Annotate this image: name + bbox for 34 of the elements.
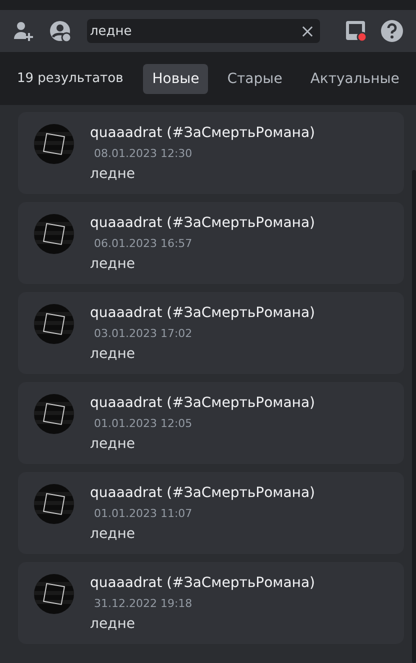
author-name: quaaadrat (#ЗаСмертьРомана) <box>90 214 315 232</box>
author-name: quaaadrat (#ЗаСмертьРомана) <box>90 394 315 412</box>
message-text: ледне <box>90 435 136 453</box>
message-card[interactable]: quaaadrat (#ЗаСмертьРомана) 01.01.2023 12:05 ледне <box>18 382 404 464</box>
timestamp: 01.01.2023 12:05 <box>94 417 194 431</box>
results-count: 19 результатов <box>17 71 124 86</box>
author-name: quaaadrat (#ЗаСмертьРомана) <box>90 484 315 502</box>
message-card[interactable]: quaaadrat (#ЗаСмертьРомана) 08.01.2023 12:30 ледне <box>18 112 404 194</box>
message-card[interactable]: quaaadrat (#ЗаСмертьРомана) 06.01.2023 16:57 ледне <box>18 202 404 284</box>
message-text: ледне <box>90 345 136 363</box>
message-card[interactable]: quaaadrat (#ЗаСмертьРомана) 03.01.2023 17:02 ледне <box>18 292 404 374</box>
message-text: ледне <box>90 255 136 273</box>
add-friend-icon[interactable] <box>12 19 36 43</box>
sort-tab[interactable]: Актуальные <box>301 64 408 94</box>
search-field[interactable]: ледне <box>87 19 320 43</box>
author-name: quaaadrat (#ЗаСмертьРомана) <box>90 124 315 142</box>
message-card[interactable]: quaaadrat (#ЗаСмертьРомана) 01.01.2023 11:07 ледне <box>18 472 404 554</box>
sort-tab[interactable]: Старые <box>218 64 292 94</box>
timestamp: 03.01.2023 17:02 <box>94 327 194 341</box>
author-name: quaaadrat (#ЗаСмертьРомана) <box>90 574 315 592</box>
timestamp: 01.01.2023 11:07 <box>94 507 194 521</box>
user-icon[interactable] <box>48 19 72 43</box>
message-text: ледне <box>90 525 136 543</box>
clear-icon[interactable] <box>302 26 313 36</box>
inbox-icon[interactable] <box>344 19 368 43</box>
timestamp: 08.01.2023 12:30 <box>94 147 194 161</box>
timestamp: 06.01.2023 16:57 <box>94 237 194 251</box>
message-card[interactable]: quaaadrat (#ЗаСмертьРомана) 31.12.2022 19:18 ледне <box>18 562 404 644</box>
author-name: quaaadrat (#ЗаСмертьРомана) <box>90 304 315 322</box>
sort-tab[interactable]: Новые <box>143 64 208 94</box>
help-icon[interactable] <box>380 19 404 43</box>
timestamp: 31.12.2022 19:18 <box>94 597 194 611</box>
message-text: ледне <box>90 165 136 183</box>
message-text: ледне <box>90 615 136 633</box>
